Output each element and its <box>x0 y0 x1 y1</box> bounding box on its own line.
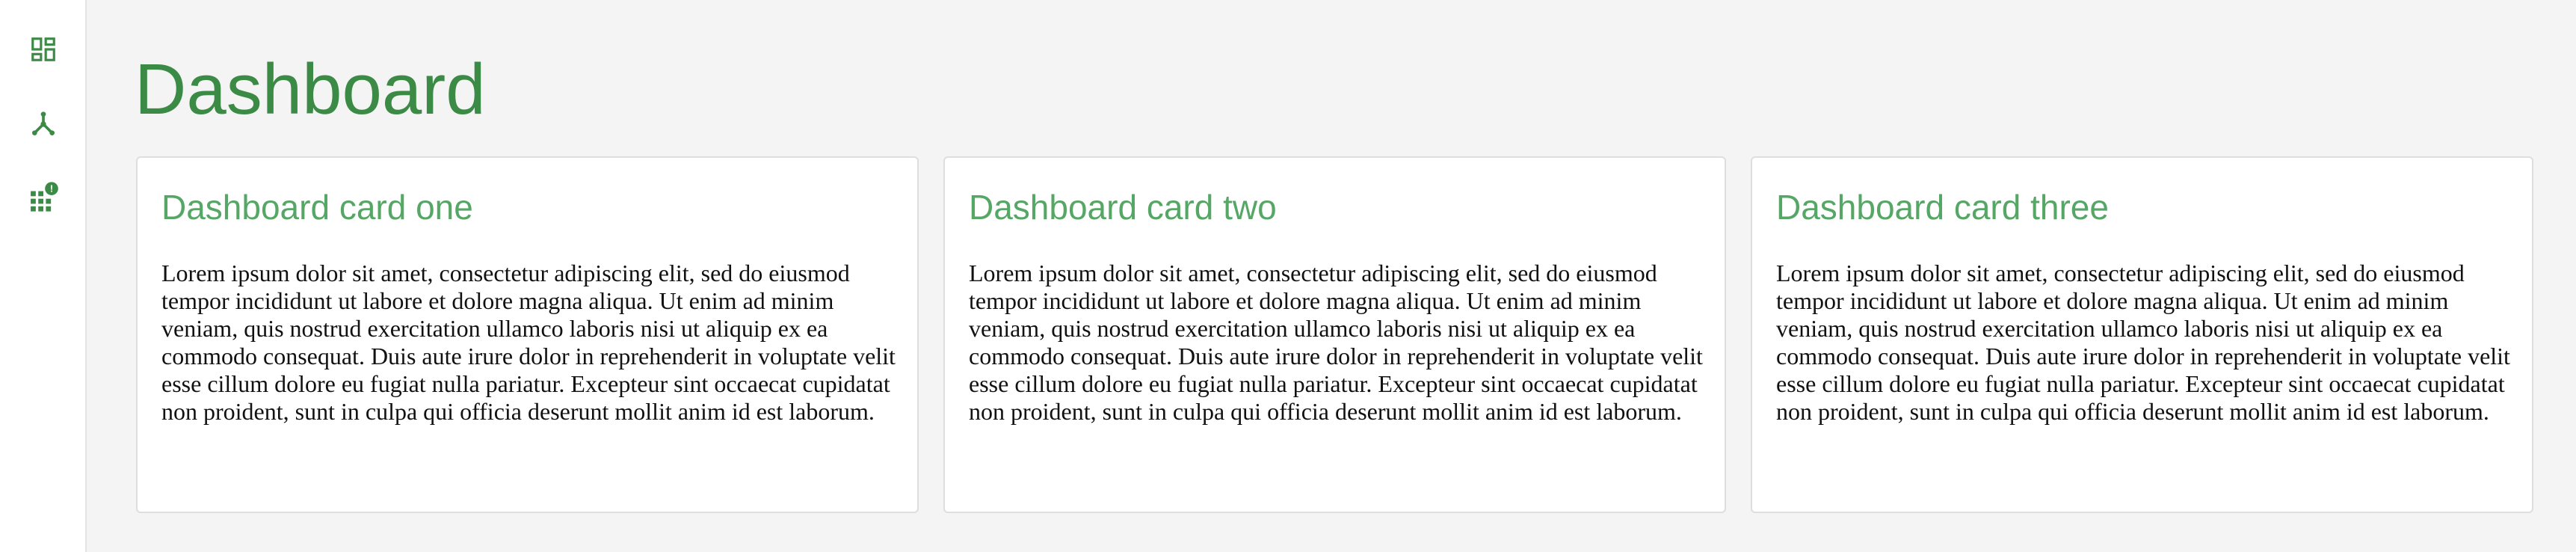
sidebar-item-dashboard[interactable] <box>25 31 61 67</box>
card-body: Lorem ipsum dolor sit amet, consectetur … <box>969 260 1703 425</box>
card-body: Lorem ipsum dolor sit amet, consectetur … <box>161 260 896 425</box>
hub-icon <box>32 111 55 135</box>
main-content: Dashboard Dashboard card one Lorem ipsum… <box>87 0 2576 552</box>
sidebar-item-apps[interactable]: ! <box>25 180 61 215</box>
dashboard-card-two: Dashboard card two Lorem ipsum dolor sit… <box>943 156 1726 513</box>
dashboard-card-one: Dashboard card one Lorem ipsum dolor sit… <box>136 156 919 513</box>
dashboard-card-three: Dashboard card three Lorem ipsum dolor s… <box>1751 156 2533 513</box>
card-title: Dashboard card two <box>969 188 1277 227</box>
notification-badge: ! <box>50 184 53 194</box>
card-body: Lorem ipsum dolor sit amet, consectetur … <box>1776 260 2510 425</box>
sidebar-item-hub[interactable] <box>25 106 61 142</box>
app-root: ! Dashboard Dashboard card one Lorem ips… <box>0 0 2576 552</box>
apps-notification-icon: ! <box>31 182 58 212</box>
dashboard-icon <box>31 37 55 61</box>
page-title: Dashboard <box>135 49 486 129</box>
card-title: Dashboard card three <box>1776 188 2109 227</box>
card-title: Dashboard card one <box>161 188 473 227</box>
sidebar: ! <box>0 0 87 552</box>
